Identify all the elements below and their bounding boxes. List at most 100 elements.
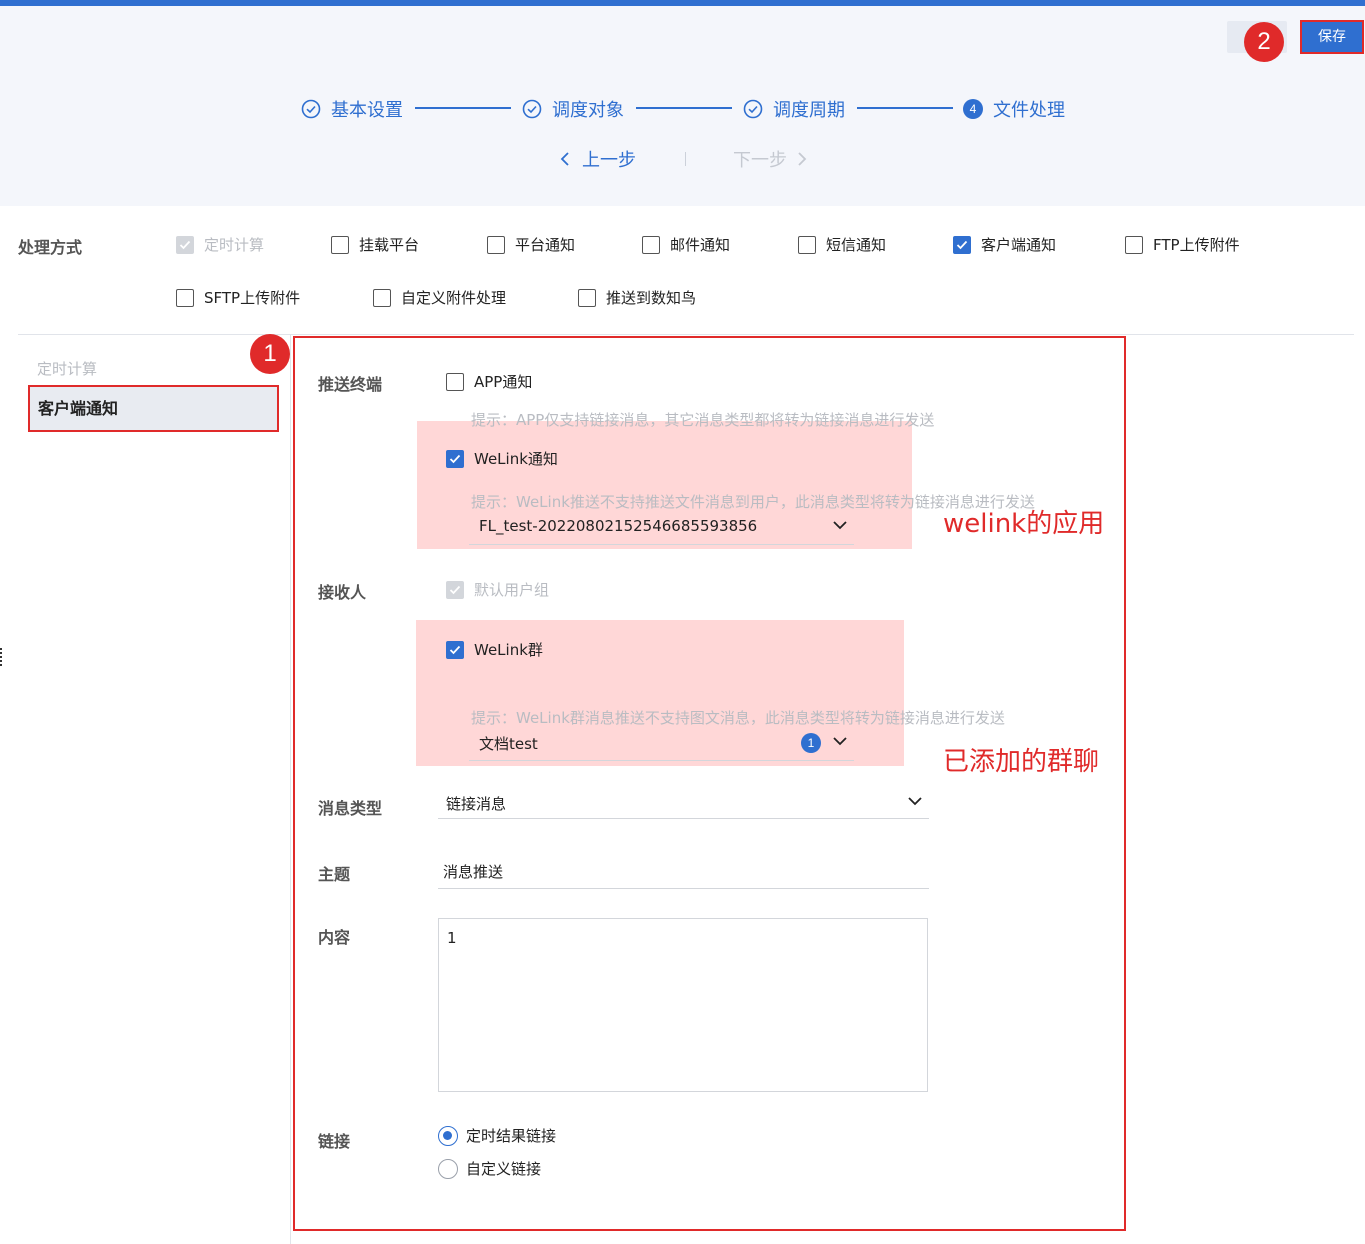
check-icon (956, 240, 968, 249)
checkbox[interactable] (642, 235, 660, 254)
option-label: 短信通知 (826, 236, 887, 254)
option-label: 挂载平台 (359, 236, 420, 254)
option-label: 平台通知 (515, 236, 576, 254)
push-terminal-label: 推送终端 (318, 375, 383, 394)
checkbox[interactable] (446, 580, 464, 599)
step-number: 4 (963, 99, 983, 119)
checkbox[interactable] (373, 288, 391, 307)
check-icon (449, 645, 461, 654)
subject-input[interactable]: 消息推送 (438, 861, 929, 889)
step-label: 调度周期 (773, 100, 845, 121)
sidebar-divider (290, 335, 291, 1244)
sidebar-item-scheduled-calc[interactable]: 定时计算 (37, 358, 97, 379)
check-icon (179, 240, 191, 249)
option-label: WeLink群 (474, 641, 543, 659)
checkbox[interactable] (176, 288, 194, 307)
step-label: 调度对象 (552, 100, 624, 121)
radio-button[interactable] (438, 1125, 458, 1146)
step-connector (857, 107, 953, 109)
app-hint: 提示：APP仅支持链接消息，其它消息类型都将转为链接消息进行发送 (471, 411, 935, 429)
check-circle-icon (743, 99, 763, 119)
checkbox[interactable] (487, 235, 505, 254)
checkbox[interactable] (446, 449, 464, 468)
next-step-button[interactable]: 下一步 (733, 146, 809, 172)
step-schedule-cycle[interactable]: 调度周期 (743, 96, 845, 122)
option-client-notify[interactable]: 客户端通知 (953, 234, 1056, 255)
option-label: 自定义附件处理 (401, 289, 507, 307)
checkbox[interactable] (446, 372, 464, 391)
step-label: 文件处理 (993, 100, 1065, 121)
edge-marker (0, 648, 3, 666)
chevron-left-icon (560, 152, 569, 166)
radio-scheduled-result-link[interactable]: 定时结果链接 (438, 1125, 556, 1146)
check-circle-icon (522, 99, 542, 119)
chevron-down-icon (908, 797, 922, 806)
option-sftp-upload[interactable]: SFTP上传附件 (176, 287, 300, 308)
chevron-right-icon (798, 152, 807, 166)
checkbox[interactable] (953, 235, 971, 254)
option-label: WeLink通知 (474, 450, 558, 468)
option-scheduled-calc[interactable]: 定时计算 (176, 234, 264, 255)
annotation-badge-2: 2 (1244, 22, 1284, 62)
selected-count-badge: 1 (801, 733, 821, 753)
option-ftp-upload[interactable]: FTP上传附件 (1125, 234, 1240, 255)
option-email-notify[interactable]: 邮件通知 (642, 234, 730, 255)
step-connector (636, 107, 732, 109)
welink-group-select[interactable]: 文档test 1 (469, 733, 854, 761)
content-label: 内容 (318, 928, 351, 947)
option-custom-attachment[interactable]: 自定义附件处理 (373, 287, 506, 308)
option-label: APP通知 (474, 373, 533, 391)
sidebar-item-client-notify[interactable]: 客户端通知 (28, 385, 279, 432)
step-label: 基本设置 (331, 100, 403, 121)
default-group-checkbox[interactable]: 默认用户组 (446, 579, 549, 600)
link-label: 链接 (318, 1132, 351, 1151)
section-divider (18, 334, 1354, 335)
receiver-label: 接收人 (318, 583, 367, 602)
radio-label: 定时结果链接 (466, 1127, 557, 1145)
checkbox[interactable] (578, 288, 596, 307)
chevron-down-icon (833, 521, 847, 530)
nav-divider (685, 152, 686, 166)
option-mount-platform[interactable]: 挂载平台 (331, 234, 419, 255)
checkbox[interactable] (1125, 235, 1143, 254)
step-schedule-object[interactable]: 调度对象 (522, 96, 624, 122)
radio-button[interactable] (438, 1158, 458, 1179)
option-push-shuzhiniao[interactable]: 推送到数知鸟 (578, 287, 696, 308)
check-icon (449, 585, 461, 594)
prev-step-label: 上一步 (582, 150, 636, 171)
save-button[interactable]: 保存 (1300, 20, 1364, 54)
option-label: 定时计算 (204, 236, 265, 254)
check-circle-icon (301, 99, 321, 119)
option-sms-notify[interactable]: 短信通知 (798, 234, 886, 255)
select-value: 文档test (479, 735, 538, 753)
next-step-label: 下一步 (733, 150, 787, 171)
checkbox[interactable] (176, 235, 194, 254)
option-label: SFTP上传附件 (204, 289, 301, 307)
welink-app-select[interactable]: FL_test-20220802152546685593856 (469, 517, 854, 545)
radio-custom-link[interactable]: 自定义链接 (438, 1158, 541, 1179)
welink-notify-checkbox[interactable]: WeLink通知 (446, 448, 558, 469)
subject-label: 主题 (318, 865, 351, 884)
step-basic-settings[interactable]: 基本设置 (301, 96, 403, 122)
step-file-processing[interactable]: 4 文件处理 (963, 96, 1065, 122)
checkbox[interactable] (446, 640, 464, 659)
app-notify-checkbox[interactable]: APP通知 (446, 371, 532, 392)
select-value: 链接消息 (446, 795, 507, 813)
prev-step-button[interactable]: 上一步 (558, 146, 636, 172)
processing-label: 处理方式 (18, 238, 83, 257)
option-label: 推送到数知鸟 (606, 289, 697, 307)
message-type-select[interactable]: 链接消息 (438, 793, 929, 819)
checkbox[interactable] (331, 235, 349, 254)
chevron-down-icon (833, 737, 847, 746)
select-value: FL_test-20220802152546685593856 (479, 517, 758, 535)
radio-label: 自定义链接 (466, 1160, 542, 1178)
checkbox[interactable] (798, 235, 816, 254)
message-type-label: 消息类型 (318, 799, 383, 818)
annotation-welink-app: welink的应用 (943, 509, 1105, 539)
annotation-badge-1: 1 (250, 334, 290, 374)
welink-group-hint: 提示：WeLink群消息推送不支持图文消息，此消息类型将转为链接消息进行发送 (471, 709, 1005, 727)
check-icon (449, 454, 461, 463)
content-textarea[interactable]: 1 (438, 918, 928, 1092)
welink-group-checkbox[interactable]: WeLink群 (446, 639, 543, 660)
option-platform-notify[interactable]: 平台通知 (487, 234, 575, 255)
